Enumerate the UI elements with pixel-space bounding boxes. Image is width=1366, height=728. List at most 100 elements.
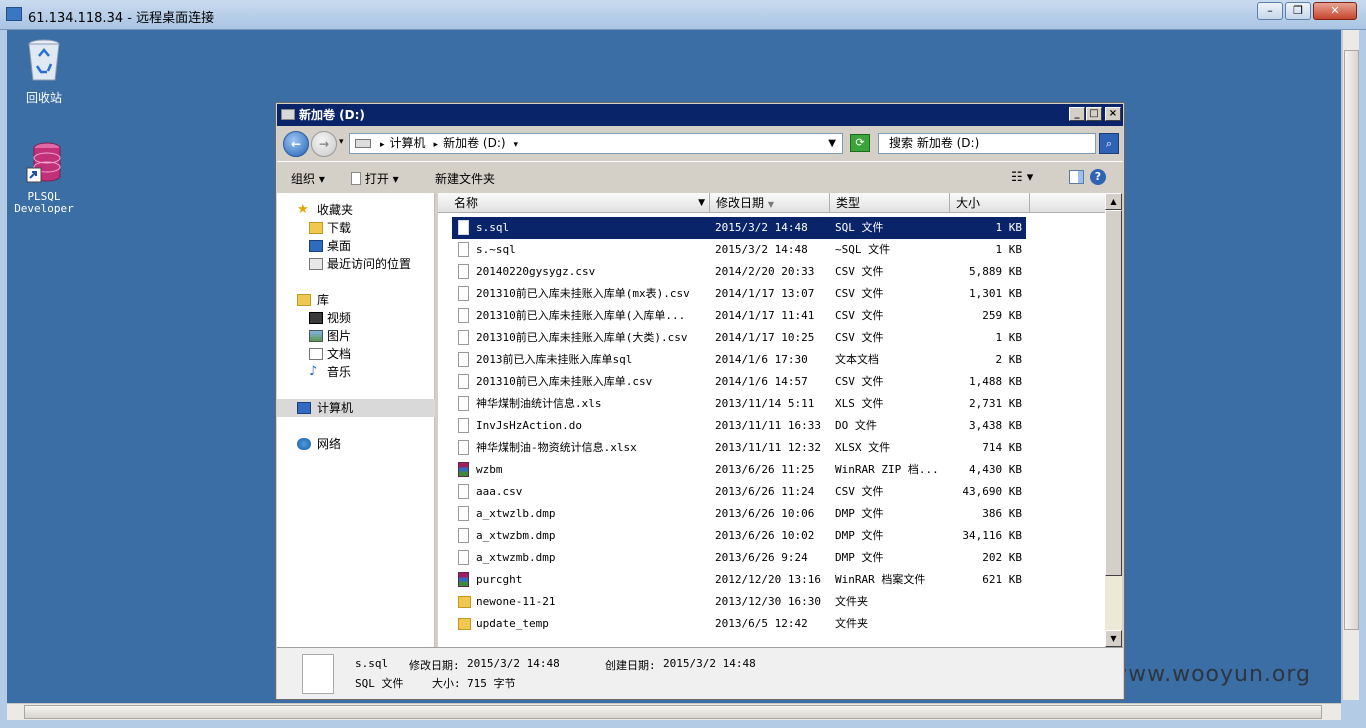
breadcrumb-drive[interactable]: 新加卷 (D:)	[443, 136, 505, 150]
file-row[interactable]: newone-11-21 2013/12/30 16:30 文件夹	[452, 591, 1026, 613]
preview-pane-icon[interactable]	[1069, 170, 1084, 184]
file-type: SQL 文件	[835, 221, 884, 234]
file-row[interactable]: a_xtwzmb.dmp 2013/6/26 9:24 DMP 文件 202 KB	[452, 547, 1026, 569]
file-row[interactable]: wzbm 2013/6/26 11:25 WinRAR ZIP 档... 4,430 …	[452, 459, 1026, 481]
nav-music[interactable]: ♪ 音乐	[277, 363, 435, 381]
desktop-icon-plsql-developer[interactable]: PLSQL Developer	[8, 140, 80, 215]
file-name: aaa.csv	[476, 485, 523, 498]
scroll-thumb[interactable]	[1105, 210, 1122, 576]
nav-videos[interactable]: 视频	[277, 309, 435, 327]
file-row[interactable]: 神华煤制油-物资统计信息.xlsx 2013/11/11 12:32 XLSX 文件…	[452, 437, 1026, 459]
scroll-thumb[interactable]	[1344, 50, 1359, 630]
file-name: 神华煤制油统计信息.xls	[476, 397, 602, 410]
scroll-down-button[interactable]: ▼	[1105, 630, 1122, 647]
file-icon	[351, 172, 361, 185]
forward-button[interactable]: →	[311, 131, 337, 157]
chevron-right-icon[interactable]: ▸	[380, 140, 385, 150]
library-icon	[297, 294, 311, 306]
search-icon[interactable]: ⌕	[1099, 133, 1119, 154]
view-options-icon[interactable]: ☷ ▾	[1011, 170, 1033, 185]
file-row[interactable]: 201310前已入库未挂账入库单(入库单... 2014/1/17 11:41 CS…	[452, 305, 1026, 327]
file-modified: 2012/12/20 13:16	[715, 573, 821, 586]
organize-button[interactable]: 组织 ▾	[291, 170, 325, 187]
file-row[interactable]: aaa.csv 2013/6/26 11:24 CSV 文件 43,690 KB	[452, 481, 1026, 503]
nav-network[interactable]: 网络	[277, 435, 435, 453]
nav-computer[interactable]: 计算机	[277, 399, 435, 417]
desktop-icon-recycle-bin[interactable]: 回收站	[8, 38, 80, 106]
file-icon	[458, 506, 469, 521]
new-folder-button[interactable]: 新建文件夹	[435, 170, 495, 187]
rdp-vertical-scrollbar[interactable]	[1342, 30, 1359, 700]
close-button[interactable]: ✕	[1313, 2, 1357, 20]
nav-downloads[interactable]: 下载	[277, 219, 435, 237]
help-icon[interactable]: ?	[1090, 169, 1106, 185]
nav-pictures[interactable]: 图片	[277, 327, 435, 345]
file-size: 2 KB	[995, 353, 1023, 366]
file-list-scrollbar[interactable]: ▲ ▼	[1105, 193, 1122, 647]
nav-recent-places[interactable]: 最近访问的位置	[277, 255, 435, 273]
details-file-name: s.sql	[355, 657, 389, 670]
file-type: 文件夹	[835, 617, 868, 630]
file-size: 1,488 KB	[969, 375, 1022, 388]
file-row[interactable]: 201310前已入库未挂账入库单(mx表).csv 2014/1/17 13:07…	[452, 283, 1026, 305]
minimize-button[interactable]: _	[1069, 107, 1085, 121]
chevron-down-icon[interactable]: ▾	[514, 140, 519, 150]
rdp-title-bar: 61.134.118.34 - 远程桌面连接 – ❐ ✕	[0, 0, 1366, 30]
maximize-button[interactable]: □	[1086, 107, 1102, 121]
file-row[interactable]: s.sql 2015/3/2 14:48 SQL 文件 1 KB	[452, 217, 1026, 239]
open-button[interactable]: 打开 ▾	[351, 170, 399, 187]
file-row[interactable]: 神华煤制油统计信息.xls 2013/11/14 5:11 XLS 文件 2,731 …	[452, 393, 1026, 415]
rdp-title: 61.134.118.34 - 远程桌面连接	[28, 11, 215, 26]
recent-pages-dropdown[interactable]: ▾	[339, 137, 344, 147]
file-modified: 2013/6/5 12:42	[715, 617, 808, 630]
file-row[interactable]: s.~sql 2015/3/2 14:48 ~SQL 文件 1 KB	[452, 239, 1026, 261]
file-size: 1 KB	[995, 331, 1023, 344]
restore-button[interactable]: ❐	[1285, 2, 1311, 20]
address-bar[interactable]: ▸ 计算机 ▸ 新加卷 (D:) ▾ ▼	[349, 133, 843, 154]
music-icon: ♪	[309, 364, 318, 379]
back-button[interactable]: ←	[283, 131, 309, 157]
nav-documents[interactable]: 文档	[277, 345, 435, 363]
file-row[interactable]: 201310前已入库未挂账入库单(大类).csv 2014/1/17 10:25 C…	[452, 327, 1026, 349]
folder-icon	[458, 596, 471, 608]
column-name[interactable]: 名称 ▼	[448, 193, 710, 213]
file-name: 神华煤制油-物资统计信息.xlsx	[476, 441, 637, 454]
column-modified[interactable]: 修改日期 ▼	[710, 193, 830, 213]
file-row[interactable]: a_xtwzbm.dmp 2013/6/26 10:02 DMP 文件 34,116 …	[452, 525, 1026, 547]
file-name: a_xtwzbm.dmp	[476, 529, 556, 542]
file-row[interactable]: a_xtwzlb.dmp 2013/6/26 10:06 DMP 文件 386 KB	[452, 503, 1026, 525]
details-modified-label: 修改日期:	[409, 659, 460, 672]
file-type: DO 文件	[835, 419, 877, 432]
details-file-type: SQL 文件	[355, 677, 404, 690]
breadcrumb-computer[interactable]: 计算机	[390, 136, 426, 150]
file-icon	[458, 264, 469, 279]
rdp-horizontal-scrollbar[interactable]	[7, 703, 1341, 720]
address-history-dropdown[interactable]: ▼	[828, 134, 836, 153]
close-button[interactable]: ×	[1105, 107, 1121, 121]
refresh-button[interactable]: ⟳	[850, 134, 870, 152]
chevron-down-icon[interactable]: ▼	[698, 193, 705, 213]
chevron-right-icon[interactable]: ▸	[434, 140, 439, 150]
file-modified: 2013/12/30 16:30	[715, 595, 821, 608]
file-row[interactable]: 2013前已入库未挂账入库单sql 2014/1/6 17:30 文本文档 2 KB	[452, 349, 1026, 371]
scroll-thumb[interactable]	[24, 705, 1322, 719]
nav-desktop[interactable]: 桌面	[277, 237, 435, 255]
file-modified: 2013/6/26 11:25	[715, 463, 815, 476]
minimize-button[interactable]: –	[1257, 2, 1283, 20]
file-row[interactable]: 201310前已入库未挂账入库单.csv 2014/1/6 14:57 CSV 文件…	[452, 371, 1026, 393]
search-input[interactable]: 搜索 新加卷 (D:)	[878, 133, 1096, 154]
column-size[interactable]: 大小	[950, 193, 1030, 213]
file-row[interactable]: InvJsHzAction.do 2013/11/11 16:33 DO 文件 3,4…	[452, 415, 1026, 437]
nav-libraries[interactable]: 库	[277, 291, 435, 309]
scroll-up-button[interactable]: ▲	[1105, 193, 1122, 210]
column-type[interactable]: 类型	[830, 193, 950, 213]
database-icon	[26, 142, 61, 183]
file-icon	[458, 308, 469, 323]
file-row[interactable]: purcght 2012/12/20 13:16 WinRAR 档案文件 621 KB	[452, 569, 1026, 591]
file-name: 201310前已入库未挂账入库单(入库单...	[476, 309, 686, 322]
file-icon	[458, 242, 469, 257]
nav-favorites[interactable]: ★ 收藏夹	[277, 201, 435, 219]
file-row[interactable]: 20140220gysygz.csv 2014/2/20 20:33 CSV 文件 5…	[452, 261, 1026, 283]
file-name: 20140220gysygz.csv	[476, 265, 596, 278]
file-row[interactable]: update_temp 2013/6/5 12:42 文件夹	[452, 613, 1026, 635]
